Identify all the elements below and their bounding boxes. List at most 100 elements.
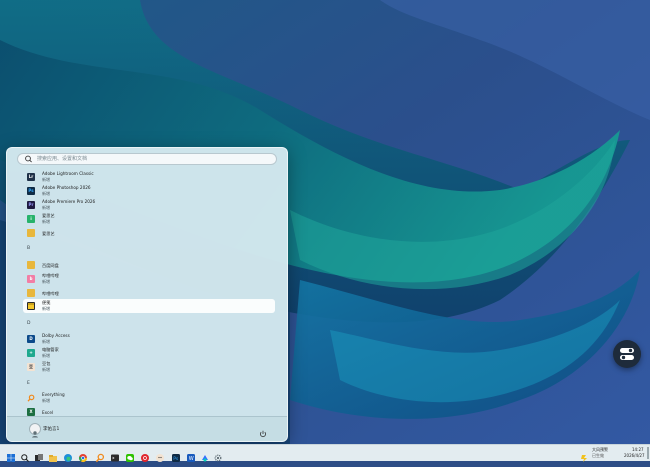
feishu-icon (202, 455, 208, 462)
app-name: Excel (42, 409, 54, 415)
app-name: 爱思艺 (42, 230, 55, 236)
user-name[interactable]: 李佑言1 (43, 426, 59, 432)
start-menu-footer: 李佑言1 (7, 416, 287, 441)
app-name: Everything (42, 392, 65, 397)
clock-date[interactable]: 2026/4/27 (624, 453, 645, 458)
svg-text:W: W (189, 456, 194, 462)
excel-icon: X (27, 408, 35, 416)
app-item-bilibili[interactable]: b 哔哩哔哩 新增 (23, 272, 275, 286)
toggle-switch-icon (620, 348, 634, 360)
taskbar-app-files[interactable] (48, 448, 58, 462)
photoshop-icon: Ps (172, 454, 180, 462)
app-tag: 新增 (42, 353, 50, 358)
app-folder-bilibili[interactable]: 哔哩哔哩 (23, 286, 275, 300)
taskbar-app-doubao[interactable] (155, 448, 165, 462)
app-item-aisiyi[interactable]: i 爱思艺 新增 (23, 212, 275, 226)
user-icon (32, 431, 38, 438)
lightroom-icon: Lr (27, 173, 35, 181)
section-letter-e[interactable]: E (27, 381, 30, 386)
everything-icon (27, 394, 35, 402)
pc-manager-icon: + (27, 349, 35, 357)
folder-icon (27, 261, 35, 269)
taskbar-app-netease[interactable] (140, 448, 150, 462)
everything-icon (95, 453, 105, 463)
app-item-pc-manager[interactable]: + 电脑管家 新增 (23, 346, 275, 360)
music-icon (141, 454, 149, 462)
premiere-icon: Pr (27, 201, 35, 209)
bilibili-icon: b (27, 275, 35, 283)
app-tag: 新增 (42, 205, 50, 210)
search-icon (25, 155, 32, 163)
sticky-notes-icon (27, 302, 35, 310)
taskbar-app-terminal[interactable] (110, 448, 120, 462)
doubao-icon (156, 454, 164, 462)
app-item-doubao[interactable]: 豆 豆包 新增 (23, 360, 275, 374)
app-name: 百度网盘 (42, 262, 59, 268)
app-item-lightroom[interactable]: Lr Adobe Lightroom Classic 新增 (23, 170, 275, 184)
search-box[interactable] (17, 153, 277, 165)
app-tag: 新增 (42, 191, 50, 196)
app-name: Adobe Lightroom Classic (42, 171, 94, 176)
search-input[interactable] (35, 154, 257, 164)
task-view-icon (35, 454, 43, 461)
taskbar-app-wechat[interactable] (125, 448, 135, 462)
file-explorer-icon (49, 455, 57, 462)
edge-icon (64, 454, 72, 462)
start-menu: Lr Adobe Lightroom Classic 新增 Ps Adobe P… (6, 147, 288, 442)
app-folder-baidu[interactable]: 百度网盘 (23, 258, 275, 272)
app-tag: 新增 (42, 219, 50, 224)
app-tag: 新增 (42, 398, 50, 403)
taskbar-app-photoshop[interactable]: Ps (171, 448, 181, 462)
taskbar: Ps W 大风预警 已生效 14:27 2026/4/27 (0, 444, 650, 463)
word-icon: W (187, 454, 195, 462)
section-letter-d[interactable]: D (27, 321, 30, 326)
terminal-icon (111, 454, 119, 462)
app-tag: 新增 (42, 177, 50, 182)
chrome-icon (78, 454, 88, 463)
photoshop-icon: Ps (27, 187, 35, 195)
taskbar-app-chrome[interactable] (78, 448, 88, 463)
power-icon (260, 430, 266, 438)
dolby-icon: D (27, 335, 35, 343)
app-folder-aisiyi[interactable]: 爱思艺 (23, 226, 275, 240)
app-name: Adobe Photoshop 2026 (42, 185, 91, 190)
taskbar-app-word[interactable]: W (186, 448, 196, 462)
app-item-dolby[interactable]: D Dolby Access 新增 (23, 332, 275, 346)
taskbar-app-settings[interactable] (213, 448, 223, 462)
user-avatar[interactable] (29, 423, 41, 438)
aisiyi-icon: i (27, 215, 35, 223)
power-button[interactable] (258, 424, 268, 438)
folder-icon (27, 289, 35, 297)
app-item-everything[interactable]: Everything 新增 (23, 391, 275, 405)
svg-text:Ps: Ps (173, 456, 179, 462)
taskbar-search-button[interactable] (20, 448, 30, 462)
windows-icon (7, 454, 15, 462)
folder-icon (27, 229, 35, 237)
app-tag: 新增 (42, 279, 50, 284)
clock-time[interactable]: 14:27 (632, 447, 644, 452)
floating-toggle-widget[interactable] (613, 340, 641, 368)
search-icon (21, 454, 29, 462)
app-tag: 新增 (42, 367, 50, 372)
app-name: Adobe Premiere Pro 2026 (42, 199, 96, 204)
app-name: Dolby Access (42, 333, 70, 338)
start-button[interactable] (6, 448, 16, 462)
taskbar-app-feishu[interactable] (200, 448, 210, 462)
taskbar-app-edge[interactable] (63, 448, 73, 462)
app-item-premiere[interactable]: Pr Adobe Premiere Pro 2026 新增 (23, 198, 275, 212)
doubao-icon: 豆 (27, 363, 35, 371)
weather-alert-status[interactable]: 已生效 (592, 453, 604, 459)
app-name: 哔哩哔哩 (42, 290, 59, 296)
taskbar-app-everything[interactable] (95, 448, 105, 463)
app-tag: 新增 (42, 306, 50, 311)
gear-icon (214, 454, 222, 462)
task-view-button[interactable] (34, 448, 44, 461)
app-item-photoshop[interactable]: Ps Adobe Photoshop 2026 新增 (23, 184, 275, 198)
app-item-sticky-notes[interactable]: 便笺 新增 (23, 299, 275, 313)
app-list: Lr Adobe Lightroom Classic 新增 Ps Adobe P… (7, 168, 287, 418)
app-tag: 新增 (42, 339, 50, 344)
show-desktop-button[interactable] (647, 447, 649, 459)
section-letter-b[interactable]: B (27, 246, 30, 251)
weather-icon[interactable] (580, 448, 590, 462)
wechat-icon (126, 454, 134, 462)
